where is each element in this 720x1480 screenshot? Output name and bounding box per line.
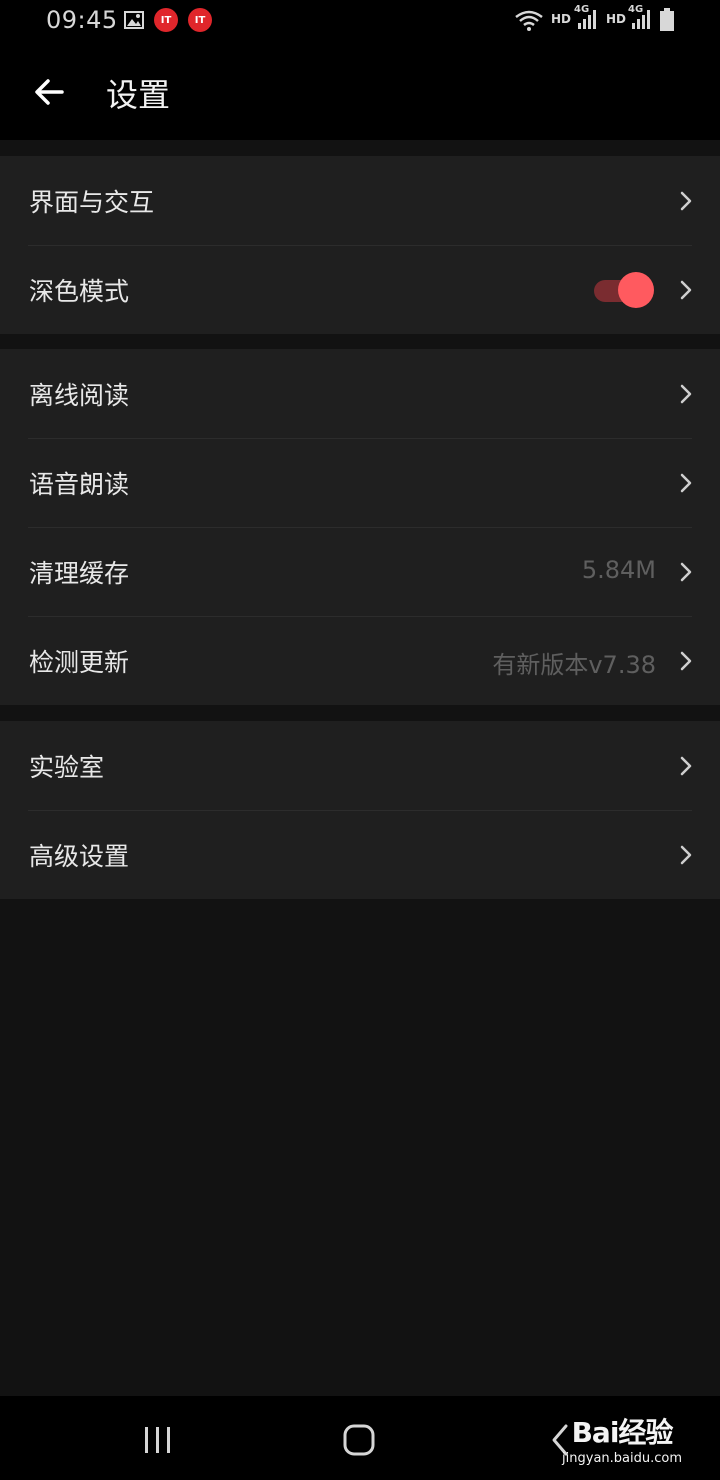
settings-item-label: 检测更新 (29, 648, 130, 677)
watermark-url: jingyan.baidu.com (562, 1451, 682, 1466)
home-button[interactable] (342, 1423, 376, 1457)
image-icon (124, 11, 144, 33)
hd-label: HD (606, 12, 627, 26)
settings-group-display: 界面与交互 深色模式 (0, 156, 720, 334)
home-icon (343, 1424, 375, 1456)
status-time: 09:45 (46, 6, 118, 34)
settings-item-voice-reading[interactable]: 语音朗读 (0, 438, 720, 527)
settings-item-dark-mode[interactable]: 深色模式 (0, 245, 720, 334)
watermark-logo: Bai经验 (571, 1416, 674, 1449)
battery-icon (659, 8, 675, 36)
settings-item-label: 界面与交互 (29, 188, 155, 217)
network-type-label: 4G (574, 4, 590, 15)
settings-item-lab[interactable]: 实验室 (0, 721, 720, 810)
baidu-watermark: Bai经验 jingyan.baidu.com (562, 1411, 682, 1466)
recents-button[interactable] (143, 1426, 173, 1454)
system-nav-bar: Bai经验 jingyan.baidu.com (0, 1396, 720, 1480)
settings-item-label: 实验室 (29, 753, 105, 782)
chevron-right-icon (680, 845, 692, 865)
dark-mode-toggle[interactable] (594, 271, 654, 309)
settings-item-label: 清理缓存 (29, 559, 130, 588)
it-notification-icon: IT (188, 8, 212, 32)
page-title: 设置 (106, 76, 171, 114)
status-bar: 09:45 IT IT HD 4G HD 4G (0, 0, 720, 42)
arrow-left-icon (35, 79, 64, 105)
settings-item-interface[interactable]: 界面与交互 (0, 156, 720, 245)
chevron-right-icon (680, 651, 692, 671)
it-notification-icon: IT (154, 8, 178, 32)
settings-item-label: 离线阅读 (29, 381, 130, 410)
settings-screen: 09:45 IT IT HD 4G HD 4G 设置 界面与交互 深色模式 离线… (0, 0, 720, 1480)
chevron-right-icon (680, 473, 692, 493)
hd-label: HD (551, 12, 572, 26)
recents-icon (145, 1427, 170, 1453)
settings-item-clear-cache[interactable]: 清理缓存 5.84M (0, 527, 720, 616)
chevron-right-icon (680, 384, 692, 404)
settings-item-check-update[interactable]: 检测更新 有新版本v7.38 (0, 616, 720, 705)
app-header: 设置 (0, 42, 720, 140)
settings-item-offline-reading[interactable]: 离线阅读 (0, 349, 720, 438)
wifi-icon (514, 9, 544, 35)
chevron-right-icon (680, 280, 692, 300)
network-type-label: 4G (628, 4, 644, 15)
cache-size-value: 5.84M (581, 556, 656, 584)
settings-group-reading: 离线阅读 语音朗读 清理缓存 5.84M 检测更新 有新版本v7.38 (0, 349, 720, 705)
toggle-knob (618, 272, 654, 308)
chevron-right-icon (680, 756, 692, 776)
settings-item-label: 语音朗读 (29, 470, 130, 499)
settings-group-advanced: 实验室 高级设置 (0, 721, 720, 899)
chevron-right-icon (680, 562, 692, 582)
settings-item-advanced[interactable]: 高级设置 (0, 810, 720, 899)
chevron-right-icon (680, 191, 692, 211)
settings-item-label: 高级设置 (29, 842, 130, 871)
update-version-value: 有新版本v7.38 (492, 651, 656, 679)
settings-item-label: 深色模式 (29, 277, 130, 306)
back-button[interactable] (26, 69, 72, 115)
